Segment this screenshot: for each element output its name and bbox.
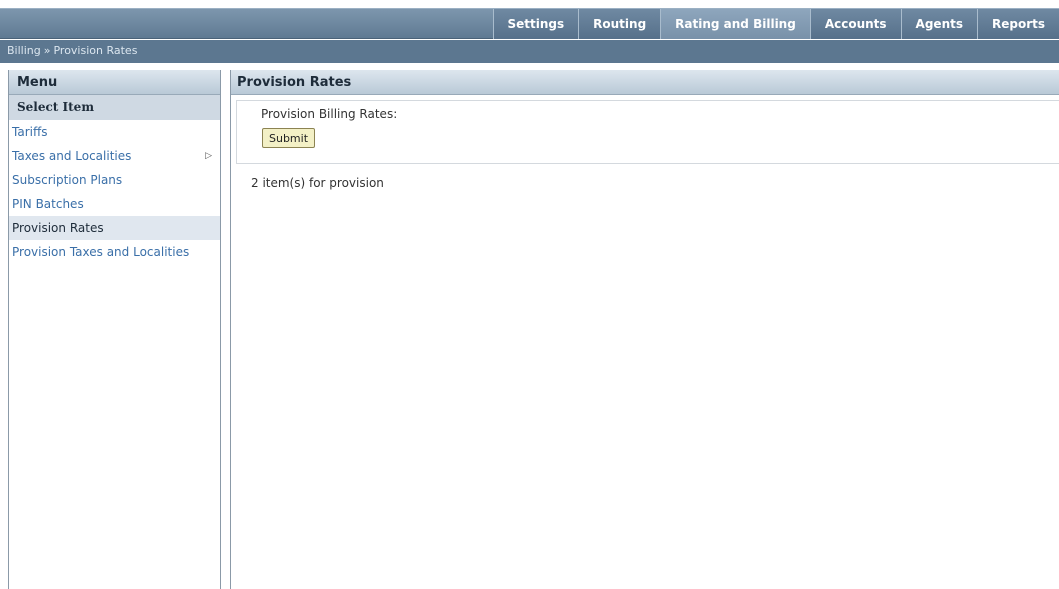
sidebar-title: Menu — [9, 70, 220, 95]
submit-button[interactable]: Submit — [262, 128, 316, 148]
sidebar-menu: Menu Select Item Tariffs Taxes and Local… — [8, 70, 221, 589]
sidebar-item-label: Tariffs — [12, 125, 48, 139]
sidebar-item-label: Provision Rates — [12, 221, 104, 235]
sidebar-item-pin-batches[interactable]: PIN Batches — [9, 192, 220, 216]
breadcrumb-bar: Billing» Provision Rates — [0, 40, 1059, 63]
provision-form: Provision Billing Rates: Submit — [236, 100, 1059, 164]
sidebar-item-label: Taxes and Localities — [12, 149, 132, 163]
tab-accounts[interactable]: Accounts — [809, 9, 901, 39]
sidebar-item-provision-rates[interactable]: Provision Rates — [9, 216, 220, 240]
top-nav-bar: Settings Routing Rating and Billing Acco… — [0, 8, 1059, 39]
tab-routing[interactable]: Routing — [578, 9, 661, 39]
tab-reports[interactable]: Reports — [976, 9, 1059, 39]
page-title: Provision Rates — [231, 70, 1059, 95]
sidebar-item-label: PIN Batches — [12, 197, 84, 211]
breadcrumb: Billing» Provision Rates — [7, 44, 137, 57]
tab-agents[interactable]: Agents — [900, 9, 977, 39]
main-panel: Provision Rates Provision Billing Rates:… — [230, 70, 1059, 589]
sidebar-item-label: Provision Taxes and Localities — [12, 245, 190, 259]
breadcrumb-separator: » — [43, 44, 51, 57]
sidebar-item-taxes-and-localities[interactable]: Taxes and Localities ▷ — [9, 144, 220, 168]
sidebar-item-provision-taxes-and-localities[interactable]: Provision Taxes and Localities — [9, 240, 220, 264]
main-tabs: Settings Routing Rating and Billing Acco… — [492, 9, 1059, 39]
sidebar-item-tariffs[interactable]: Tariffs — [9, 120, 220, 144]
breadcrumb-current: Provision Rates — [53, 44, 138, 57]
breadcrumb-parent[interactable]: Billing — [7, 44, 41, 57]
sidebar-subtitle: Select Item — [9, 95, 220, 120]
tab-settings[interactable]: Settings — [492, 9, 579, 39]
chevron-right-icon: ▷ — [205, 151, 212, 161]
form-label: Provision Billing Rates: — [261, 107, 398, 121]
sidebar-item-subscription-plans[interactable]: Subscription Plans — [9, 168, 220, 192]
item-count-text: 2 item(s) for provision — [251, 176, 384, 190]
tab-rating-and-billing[interactable]: Rating and Billing — [660, 9, 810, 39]
sidebar-item-label: Subscription Plans — [12, 173, 123, 187]
